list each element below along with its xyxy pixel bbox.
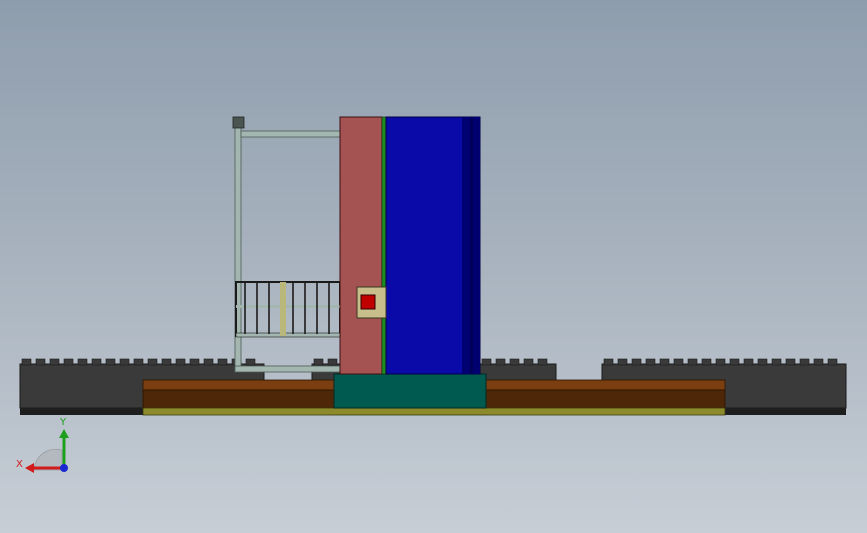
rail-tooth — [771, 358, 782, 366]
frame-top-beam — [240, 130, 342, 138]
y-axis-arrowhead — [59, 429, 69, 438]
cage-outline — [235, 281, 341, 337]
cad-viewport[interactable]: Y X — [0, 0, 867, 533]
rail-tooth — [313, 358, 324, 366]
rail-tooth — [813, 358, 824, 366]
rail-tooth — [743, 358, 754, 366]
z-axis-indicator — [60, 464, 68, 472]
rail-tooth — [673, 358, 684, 366]
frame-bottom-beam — [234, 365, 341, 373]
x-axis-arrowhead — [25, 463, 34, 473]
rail-tooth — [645, 358, 656, 366]
rail-tooth — [799, 358, 810, 366]
x-axis-label: X — [16, 459, 23, 470]
cage-floor — [235, 332, 341, 338]
rail-tooth — [21, 358, 32, 366]
column-pedestal[interactable] — [333, 373, 487, 409]
rail-tooth — [35, 358, 46, 366]
rail-tooth — [161, 358, 172, 366]
rail-tooth — [203, 358, 214, 366]
safety-cage[interactable] — [235, 281, 341, 338]
rail-tooth — [785, 358, 796, 366]
rail-tooth — [189, 358, 200, 366]
y-axis-label: Y — [59, 417, 67, 428]
rail-tooth — [481, 358, 492, 366]
right-rail-teeth — [603, 358, 838, 366]
rail-tooth — [757, 358, 768, 366]
rail-tooth — [523, 358, 534, 366]
rail-tooth — [91, 358, 102, 366]
rail-tooth — [603, 358, 614, 366]
base-plate — [142, 407, 726, 416]
rail-tooth — [245, 358, 256, 366]
rail-tooth — [133, 358, 144, 366]
cage-mid-rail — [236, 305, 340, 308]
operator-frame[interactable] — [232, 116, 342, 373]
axis-triad[interactable]: Y X — [12, 410, 82, 480]
rail-tooth — [63, 358, 74, 366]
rail-tooth — [659, 358, 670, 366]
column-side-face — [339, 116, 383, 375]
rail-tooth — [49, 358, 60, 366]
rail-tooth — [827, 358, 838, 366]
rail-tooth — [701, 358, 712, 366]
control-button[interactable] — [360, 294, 376, 310]
cage-gate[interactable] — [280, 282, 286, 336]
frame-cap — [232, 116, 245, 129]
rail-tooth — [631, 358, 642, 366]
rail-tooth — [617, 358, 628, 366]
rail-tooth — [729, 358, 740, 366]
control-box[interactable] — [356, 286, 387, 319]
rail-tooth — [495, 358, 506, 366]
rail-tooth — [687, 358, 698, 366]
rail-tooth — [327, 358, 338, 366]
rail-tooth — [77, 358, 88, 366]
rail-tooth — [217, 358, 228, 366]
rail-tooth — [105, 358, 116, 366]
main-column[interactable] — [339, 116, 481, 375]
rail-tooth — [537, 358, 548, 366]
rail-tooth — [509, 358, 520, 366]
rail-tooth — [147, 358, 158, 366]
column-edge-line — [470, 117, 473, 374]
machine-model[interactable] — [0, 0, 867, 533]
rail-tooth — [715, 358, 726, 366]
rail-tooth — [119, 358, 130, 366]
rail-tooth — [175, 358, 186, 366]
column-seal-stripe — [381, 116, 387, 375]
left-rail-teeth — [21, 358, 256, 366]
